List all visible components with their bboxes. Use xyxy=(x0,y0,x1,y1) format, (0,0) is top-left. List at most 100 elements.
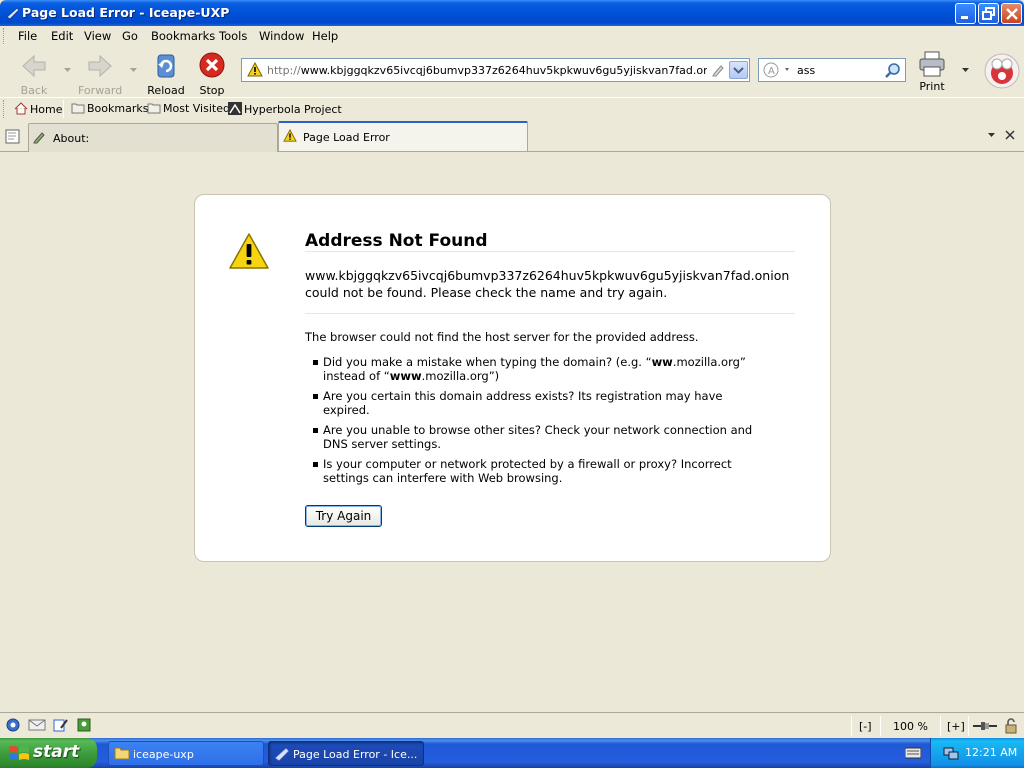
iceape-app-icon xyxy=(6,7,20,20)
url-history-dropdown[interactable] xyxy=(729,61,748,79)
back-label: Back xyxy=(20,84,48,97)
minimize-button[interactable] xyxy=(955,3,976,24)
menu-tools[interactable]: Tools xyxy=(219,29,247,43)
forward-arrow-icon xyxy=(88,54,112,78)
bookmark-home[interactable]: Home xyxy=(14,102,62,116)
tab-about[interactable]: About: xyxy=(28,123,278,152)
bookmark-bookmarks[interactable]: Bookmarks xyxy=(71,102,148,115)
back-arrow-icon xyxy=(22,54,46,78)
forward-label: Forward xyxy=(78,84,123,97)
search-engine-icon[interactable]: A xyxy=(763,62,793,78)
start-button[interactable]: start xyxy=(0,738,97,768)
menu-help[interactable]: Help xyxy=(312,29,338,43)
close-icon xyxy=(1006,8,1018,20)
warning-icon xyxy=(283,129,297,142)
composer-icon[interactable] xyxy=(53,718,69,735)
lock-icon[interactable] xyxy=(1003,718,1019,734)
start-label: start xyxy=(33,742,80,762)
taskbar-item-label: iceape-uxp xyxy=(133,748,194,761)
close-window-button[interactable] xyxy=(1001,3,1022,24)
list-item: Are you unable to browse other sites? Ch… xyxy=(313,423,753,451)
bookmark-most-visited[interactable]: Most Visited xyxy=(147,102,230,115)
clock: 12:21 AM xyxy=(965,746,1018,759)
bookmark-home-label: Home xyxy=(30,103,63,116)
address-book-icon[interactable] xyxy=(77,718,91,735)
folder-icon xyxy=(147,103,161,114)
warning-icon xyxy=(229,233,269,269)
restore-button[interactable] xyxy=(978,3,999,24)
bookmark-bookmarks-label: Bookmarks xyxy=(87,102,149,115)
menu-go[interactable]: Go xyxy=(122,29,138,43)
desc-divider xyxy=(305,313,795,314)
try-again-button[interactable]: Try Again xyxy=(305,505,382,527)
browser-icon[interactable] xyxy=(6,718,20,735)
folder-icon xyxy=(114,747,130,760)
forward-dropdown-icon[interactable] xyxy=(130,68,137,73)
back-dropdown-icon[interactable] xyxy=(64,68,71,73)
mail-icon[interactable] xyxy=(28,718,46,735)
bookmark-separator xyxy=(63,100,64,118)
title-divider xyxy=(305,251,795,252)
reload-label: Reload xyxy=(147,84,185,97)
taskbar-item-iceape-uxp[interactable]: iceape-uxp xyxy=(108,741,264,766)
tab-page-load-error[interactable]: Page Load Error xyxy=(278,121,528,151)
statusbar-separator xyxy=(851,716,852,736)
error-message: could not be found. Please check the nam… xyxy=(305,285,668,300)
list-item: Is your computer or network protected by… xyxy=(313,457,753,485)
back-button[interactable]: Back xyxy=(12,50,56,97)
suggestion-text: .mozilla.org”) xyxy=(421,369,500,383)
bookmark-hyperbola[interactable]: Hyperbola Project xyxy=(228,102,342,116)
statusbar-separator xyxy=(940,716,941,736)
online-status-icon[interactable] xyxy=(973,719,997,733)
magnifier-icon[interactable] xyxy=(884,62,902,79)
statusbar-separator xyxy=(880,716,881,736)
minimize-icon xyxy=(961,16,968,19)
tab-list-dropdown-icon[interactable] xyxy=(988,133,995,138)
menu-window[interactable]: Window xyxy=(259,29,304,43)
list-item: Are you certain this domain address exis… xyxy=(313,389,753,417)
url-bar[interactable]: http://www.kbjggqkzv65ivcqj6bumvp337z626… xyxy=(241,58,750,82)
menu-file[interactable]: File xyxy=(18,29,37,43)
error-short-desc: www.kbjggqkzv65ivcqj6bumvp337z6264huv5kp… xyxy=(305,267,805,301)
zoom-in-button[interactable]: [+] xyxy=(947,720,965,733)
menu-edit[interactable]: Edit xyxy=(51,29,73,43)
menu-view[interactable]: View xyxy=(84,29,111,43)
zoom-level[interactable]: 100 % xyxy=(893,720,928,733)
url-input[interactable]: http://www.kbjggqkzv65ivcqj6bumvp337z626… xyxy=(267,64,707,77)
menu-bar: File Edit View Go Bookmarks Tools Window… xyxy=(0,26,1024,46)
tab-bar: About: Page Load Error xyxy=(0,120,1024,152)
error-long-desc: The browser could not find the host serv… xyxy=(305,330,699,344)
stop-button[interactable]: Stop xyxy=(190,50,234,97)
warning-icon xyxy=(247,62,263,77)
component-bar xyxy=(6,718,95,735)
search-input[interactable]: ass xyxy=(797,64,815,77)
bookmark-most-visited-label: Most Visited xyxy=(163,102,230,115)
home-icon xyxy=(14,102,28,115)
taskbar-item-label: Page Load Error - Ice... xyxy=(293,748,418,761)
print-dropdown-icon[interactable] xyxy=(962,68,969,73)
network-icon[interactable] xyxy=(943,745,959,761)
menu-bookmarks[interactable]: Bookmarks xyxy=(151,29,215,43)
tab-page-load-error-label: Page Load Error xyxy=(303,131,390,144)
taskbar-item-page-load-error[interactable]: Page Load Error - Ice... xyxy=(268,741,424,766)
error-title: Address Not Found xyxy=(305,231,488,251)
page-content: Address Not Found www.kbjggqkzv65ivcqj6b… xyxy=(0,152,1024,712)
pencil-icon[interactable] xyxy=(712,63,726,77)
throbber-icon xyxy=(984,53,1020,89)
bookmark-hyperbola-label: Hyperbola Project xyxy=(244,103,342,116)
restore-icon xyxy=(982,7,995,20)
zoom-out-button[interactable]: [-] xyxy=(859,720,872,733)
forward-button[interactable]: Forward xyxy=(78,50,123,97)
error-suggestions: Did you make a mistake when typing the d… xyxy=(313,355,753,491)
title-bar: Page Load Error - Iceape-UXP xyxy=(0,0,1024,26)
new-tab-icon[interactable] xyxy=(4,127,22,145)
keyboard-icon[interactable] xyxy=(905,747,921,759)
error-page-container: Address Not Found www.kbjggqkzv65ivcqj6b… xyxy=(194,194,831,562)
menubar-grip xyxy=(3,28,6,44)
bookmarks-grip xyxy=(3,100,6,118)
print-button[interactable]: Print xyxy=(912,50,952,94)
reload-button[interactable]: Reload xyxy=(144,50,188,97)
close-tab-icon[interactable] xyxy=(1005,130,1015,140)
search-bar[interactable]: A ass xyxy=(758,58,906,82)
pencil-icon xyxy=(33,132,45,144)
